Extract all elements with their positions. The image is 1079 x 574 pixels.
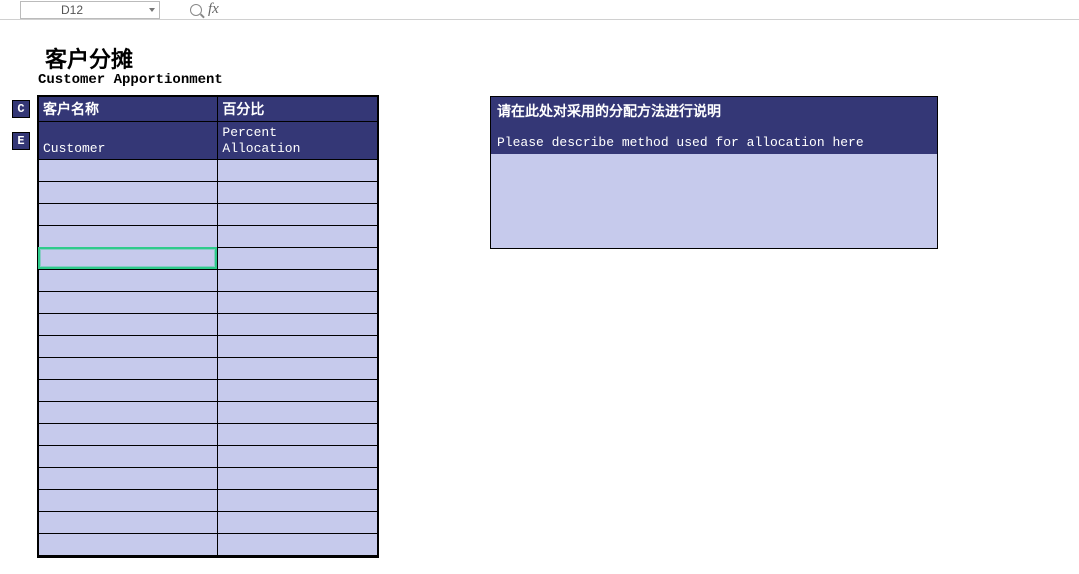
table-row — [39, 424, 378, 446]
table-row — [39, 270, 378, 292]
cell-customer[interactable] — [39, 248, 218, 270]
cell-percent[interactable] — [218, 424, 378, 446]
cell-percent[interactable] — [218, 380, 378, 402]
table-row — [39, 468, 378, 490]
table-row — [39, 248, 378, 270]
cell-customer[interactable] — [39, 226, 218, 248]
cell-customer[interactable] — [39, 182, 218, 204]
fx-icon[interactable]: fx — [208, 1, 219, 18]
chevron-down-icon[interactable] — [149, 8, 155, 12]
formula-bar: D12 fx — [0, 0, 1079, 20]
cell-customer[interactable] — [39, 270, 218, 292]
table-row — [39, 292, 378, 314]
table-row — [39, 380, 378, 402]
cell-percent[interactable] — [218, 204, 378, 226]
cell-customer[interactable] — [39, 160, 218, 182]
cell-percent[interactable] — [218, 182, 378, 204]
row-tag-e: E — [12, 132, 30, 150]
table-row — [39, 204, 378, 226]
apportionment-table: 客户名称 百分比 Customer Percent Allocation — [38, 96, 378, 557]
cell-customer[interactable] — [39, 380, 218, 402]
header-customer-cn[interactable]: 客户名称 — [39, 97, 218, 122]
cell-customer[interactable] — [39, 512, 218, 534]
cell-reference-box[interactable]: D12 — [20, 1, 160, 19]
cell-customer[interactable] — [39, 534, 218, 556]
header-percent-en[interactable]: Percent Allocation — [218, 122, 378, 160]
table-row — [39, 534, 378, 556]
table-row — [39, 336, 378, 358]
cell-percent[interactable] — [218, 512, 378, 534]
cell-customer[interactable] — [39, 292, 218, 314]
cell-percent[interactable] — [218, 292, 378, 314]
table-row — [39, 182, 378, 204]
cell-customer[interactable] — [39, 336, 218, 358]
cell-customer[interactable] — [39, 424, 218, 446]
cell-customer[interactable] — [39, 402, 218, 424]
cell-percent[interactable] — [218, 248, 378, 270]
cell-percent[interactable] — [218, 534, 378, 556]
cell-percent[interactable] — [218, 468, 378, 490]
cell-customer[interactable] — [39, 446, 218, 468]
page-title-cn: 客户分摊 — [45, 42, 133, 74]
description-box: 请在此处对采用的分配方法进行说明 Please describe method … — [490, 96, 938, 249]
cell-percent[interactable] — [218, 402, 378, 424]
table-row — [39, 160, 378, 182]
cell-reference-value: D12 — [61, 3, 83, 17]
table-row — [39, 490, 378, 512]
cell-customer[interactable] — [39, 204, 218, 226]
table-row — [39, 446, 378, 468]
table-row — [39, 512, 378, 534]
page-title-en: Customer Apportionment — [38, 72, 223, 88]
cell-percent[interactable] — [218, 160, 378, 182]
header-customer-en[interactable]: Customer — [39, 122, 218, 160]
description-header-en: Please describe method used for allocati… — [497, 135, 931, 150]
cell-percent[interactable] — [218, 336, 378, 358]
table-row — [39, 358, 378, 380]
search-icon[interactable] — [190, 4, 202, 16]
header-percent-en-line2: Allocation — [222, 141, 373, 157]
cell-percent[interactable] — [218, 358, 378, 380]
cell-percent[interactable] — [218, 226, 378, 248]
cell-customer[interactable] — [39, 314, 218, 336]
cell-percent[interactable] — [218, 490, 378, 512]
cell-customer[interactable] — [39, 468, 218, 490]
description-header-cn: 请在此处对采用的分配方法进行说明 — [497, 101, 931, 121]
description-body[interactable] — [491, 154, 937, 248]
cell-percent[interactable] — [218, 446, 378, 468]
cell-percent[interactable] — [218, 314, 378, 336]
worksheet[interactable]: 客户分摊 Customer Apportionment C E 客户名称 百分比… — [0, 20, 1079, 38]
description-header: 请在此处对采用的分配方法进行说明 Please describe method … — [491, 97, 937, 154]
cell-percent[interactable] — [218, 270, 378, 292]
cell-customer[interactable] — [39, 358, 218, 380]
cell-customer[interactable] — [39, 490, 218, 512]
row-tag-c: C — [12, 100, 30, 118]
header-percent-cn[interactable]: 百分比 — [218, 97, 378, 122]
header-percent-en-line1: Percent — [222, 125, 373, 141]
table-row — [39, 314, 378, 336]
formula-area: fx — [190, 1, 219, 18]
table-row — [39, 226, 378, 248]
table-row — [39, 402, 378, 424]
